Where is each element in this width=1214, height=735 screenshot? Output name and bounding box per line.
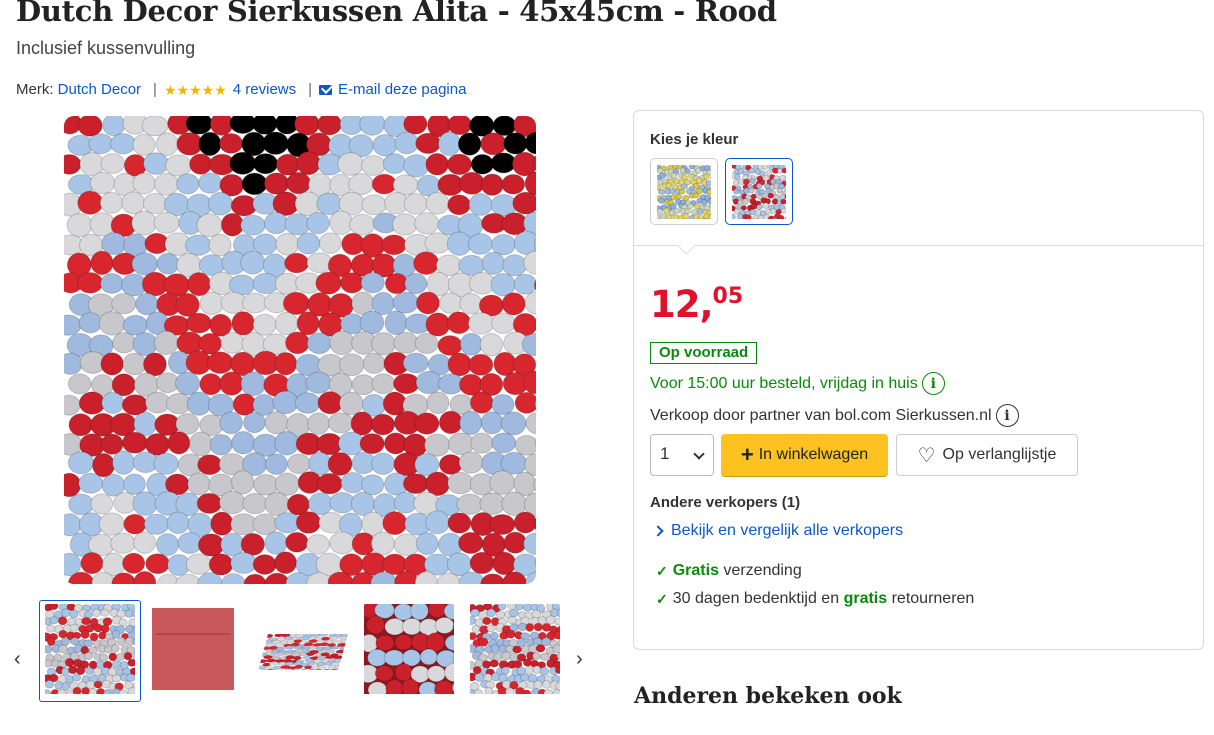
chevron-down-icon [693,448,705,460]
thumbnail-front[interactable] [39,600,141,702]
compare-link-label: Bekijk en vergelijk alle verkopers [671,522,904,539]
price-integer: 12, [650,283,714,326]
stock-badge: Op voorraad [650,342,758,364]
info-icon[interactable]: i [995,404,1019,427]
price-decimals: 05 [712,284,744,309]
thumbnail-image [45,603,135,699]
rating-stars: ★ ★ ★ ★ ★ [164,83,227,97]
usp-text: 30 dagen bedenktijd en [672,590,840,607]
product-meta-row: Merk: Dutch Decor | ★ ★ ★ ★ ★ 4 reviews … [16,81,466,98]
thumbnail-back[interactable] [142,600,244,702]
thumbnail-image [364,603,454,699]
chevron-right-icon [652,525,664,537]
product-subtitle: Inclusief kussenvulling [16,38,196,58]
heart-icon: ♡ [917,444,936,467]
swatch-multicolor[interactable] [650,158,718,225]
check-icon: ✓ [656,590,668,607]
separator: | [308,81,313,98]
thumbnail-detail[interactable] [464,600,566,702]
info-icon[interactable]: i [921,372,945,395]
usp-returns: ✓ 30 dagen bedenktijd en gratis retourne… [656,590,974,608]
usp-highlight: Gratis [672,562,719,579]
brand-link[interactable]: Dutch Decor [58,81,141,98]
thumbnail-closeup[interactable] [358,600,460,702]
thumbnail-image [470,603,560,699]
add-to-cart-button[interactable]: + In winkelwagen [721,434,888,476]
gallery-next-button[interactable]: › [576,648,583,671]
also-viewed-heading: Anderen bekeken ook [634,683,902,709]
delivery-text: Voor 15:00 uur besteld, vrijdag in huis [650,374,918,392]
divider [634,245,1203,246]
brand-label: Merk: [16,81,54,98]
separator: | [153,81,157,98]
check-icon: ✓ [656,562,668,579]
seller-text: Verkoop door partner van bol.com Sierkus… [650,406,992,424]
usp-text: verzending [723,562,802,579]
cart-button-label: In winkelwagen [758,446,869,463]
usp-text: retourneren [891,590,975,607]
mail-icon [319,84,333,95]
buy-box: Kies je kleur 12,05 Op voorraad Voor 15:… [633,110,1204,650]
plus-icon: + [740,442,754,467]
swatch-image [732,164,786,219]
cushion-image [64,116,536,584]
compare-sellers-link[interactable]: Bekijk en vergelijk alle verkopers [652,522,904,540]
quantity-value: 1 [660,444,670,463]
swatch-red[interactable] [725,158,793,225]
seller-info: Verkoop door partner van bol.com Sierkus… [650,404,1019,427]
product-title: Dutch Decor Sierkussen Alita - 45x45cm -… [16,0,777,28]
gallery-prev-button[interactable]: ‹ [14,648,21,671]
star-icon: ★ [214,81,227,98]
price: 12,05 [650,283,743,326]
quantity-select[interactable]: 1 [650,434,714,476]
usp-highlight: gratis [843,590,888,607]
usp-free-shipping: ✓ Gratis verzending [656,562,802,580]
color-picker-label: Kies je kleur [650,131,739,148]
selection-notch [677,236,696,255]
email-page-link[interactable]: E-mail deze pagina [338,81,466,98]
delivery-info: Voor 15:00 uur besteld, vrijdag in huis … [650,372,945,395]
swatch-image [657,164,711,219]
thumbnail-image [148,604,238,699]
wishlist-button-label: Op verlanglijstje [942,446,1057,463]
main-product-image[interactable] [64,116,536,584]
wishlist-button[interactable]: ♡ Op verlanglijstje [896,434,1078,476]
star-icon: ★ [201,81,215,98]
star-icon: ★ [189,81,202,98]
star-icon: ★ [163,81,177,98]
star-icon: ★ [176,81,190,98]
other-sellers-heading: Andere verkopers (1) [650,494,801,511]
thumbnail-image [258,603,348,699]
thumbnail-angle[interactable] [252,600,354,702]
reviews-link[interactable]: 4 reviews [233,81,296,98]
